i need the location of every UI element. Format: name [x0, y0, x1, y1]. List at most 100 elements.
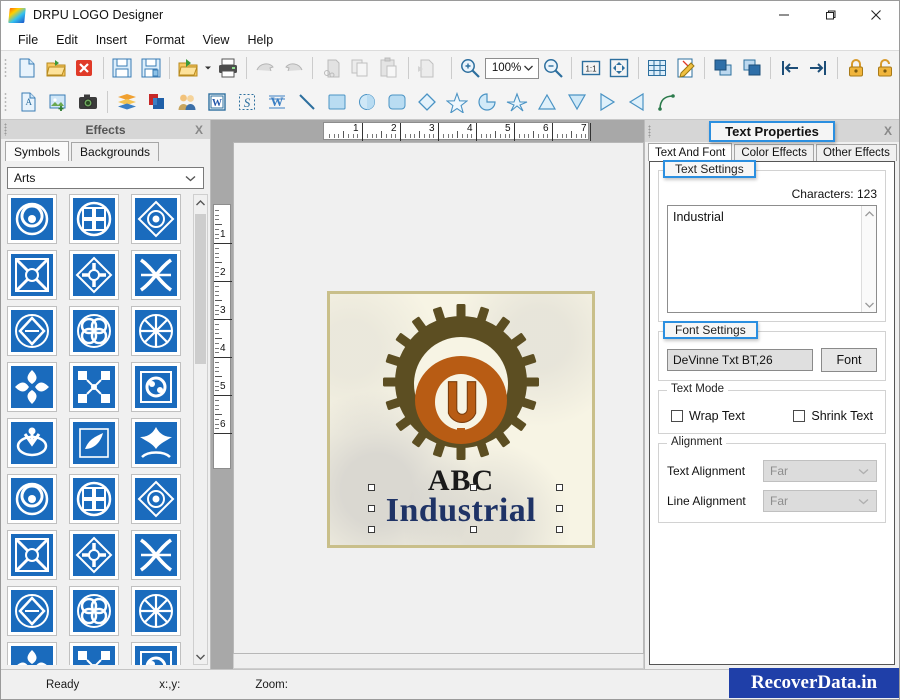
scroll-up-icon[interactable]	[193, 195, 208, 210]
minimize-icon[interactable]	[761, 1, 807, 29]
toolbar-grip[interactable]	[3, 91, 10, 113]
symbol-tile[interactable]	[69, 250, 119, 300]
symbol-tile[interactable]	[69, 642, 119, 665]
selection-handle[interactable]	[556, 484, 563, 491]
print-icon[interactable]	[213, 53, 242, 83]
symbol-tile[interactable]	[131, 642, 181, 665]
ellipse-tool-icon[interactable]	[352, 87, 382, 117]
triangle-left-icon[interactable]	[622, 87, 652, 117]
scroll-down-icon[interactable]	[193, 649, 208, 664]
wrap-text-checkbox[interactable]: Wrap Text	[671, 409, 745, 423]
tab-backgrounds[interactable]: Backgrounds	[71, 142, 160, 161]
rectangle-tool-icon[interactable]	[322, 87, 352, 117]
align-left-icon[interactable]	[775, 53, 804, 83]
text-properties-close-button[interactable]: X	[884, 124, 892, 138]
symbol-tile[interactable]	[131, 586, 181, 636]
symbol-tile[interactable]	[131, 194, 181, 244]
scrollbar-thumb[interactable]	[195, 214, 206, 364]
actual-size-icon[interactable]: 1:1	[576, 53, 605, 83]
pie-tool-icon[interactable]	[472, 87, 502, 117]
tab-text-and-font[interactable]: Text And Font	[648, 143, 733, 161]
effects-panel-close-button[interactable]: X	[195, 123, 203, 137]
close-icon[interactable]	[853, 1, 899, 29]
symbol-tile[interactable]	[7, 418, 57, 468]
canvas[interactable]: ABC Industrial	[233, 142, 644, 654]
save-as-icon[interactable]	[136, 53, 165, 83]
arc-tool-icon[interactable]	[652, 87, 682, 117]
menu-item-insert[interactable]: Insert	[87, 31, 136, 49]
symbol-category-combobox[interactable]: Arts	[7, 167, 204, 189]
menu-item-view[interactable]: View	[194, 31, 239, 49]
close-document-icon[interactable]	[70, 53, 99, 83]
toolbar-grip[interactable]	[3, 57, 10, 79]
symbol-gallery-scrollbar[interactable]	[193, 194, 208, 665]
canvas-horizontal-scrollbar[interactable]	[233, 654, 644, 669]
watermark-icon[interactable]: W	[262, 87, 292, 117]
selection-handle[interactable]	[368, 526, 375, 533]
symbol-tile[interactable]	[69, 586, 119, 636]
open-folder-icon[interactable]	[41, 53, 70, 83]
symbol-tile[interactable]	[7, 474, 57, 524]
scroll-up-icon[interactable]	[862, 206, 876, 221]
symbol-tile[interactable]	[7, 642, 57, 665]
symbol-tile[interactable]	[69, 530, 119, 580]
selection-handle[interactable]	[556, 505, 563, 512]
new-document-icon[interactable]	[13, 53, 42, 83]
zoom-in-icon[interactable]	[456, 53, 485, 83]
align-right-icon[interactable]	[804, 53, 833, 83]
checkbox-icon[interactable]	[671, 410, 683, 422]
symbol-tile[interactable]	[131, 250, 181, 300]
symbol-tile[interactable]	[7, 306, 57, 356]
triangle-right-icon[interactable]	[592, 87, 622, 117]
selection-handle[interactable]	[556, 526, 563, 533]
scrollbar-thumb[interactable]	[234, 654, 643, 668]
symbol-tile[interactable]	[7, 362, 57, 412]
scrollbar-track[interactable]	[194, 210, 207, 649]
font-button[interactable]: Font	[821, 348, 877, 372]
edit-properties-icon[interactable]	[671, 53, 700, 83]
selection-handle[interactable]	[368, 484, 375, 491]
symbol-tile[interactable]	[69, 362, 119, 412]
line-tool-icon[interactable]	[292, 87, 322, 117]
shapes-stack-icon[interactable]	[142, 87, 172, 117]
fit-page-icon[interactable]	[605, 53, 634, 83]
insert-image-icon[interactable]	[43, 87, 73, 117]
menu-item-help[interactable]: Help	[238, 31, 282, 49]
grid-icon[interactable]	[643, 53, 672, 83]
symbol-tile[interactable]	[131, 418, 181, 468]
tab-color-effects[interactable]: Color Effects	[734, 144, 814, 161]
text-input-scrollbar[interactable]	[861, 206, 876, 312]
symbol-tile[interactable]	[69, 418, 119, 468]
zoom-out-icon[interactable]	[539, 53, 568, 83]
symbol-tile[interactable]	[131, 474, 181, 524]
unlock-icon[interactable]	[870, 53, 899, 83]
symbol-tile[interactable]	[131, 362, 181, 412]
symbol-tile[interactable]	[69, 474, 119, 524]
word-art-icon[interactable]: W	[202, 87, 232, 117]
menu-item-format[interactable]: Format	[136, 31, 194, 49]
symbol-tile[interactable]	[7, 530, 57, 580]
star-tool-icon[interactable]	[442, 87, 472, 117]
zoom-level-combobox[interactable]: 100%	[484, 57, 539, 79]
checkbox-icon[interactable]	[793, 410, 806, 422]
menu-item-file[interactable]: File	[9, 31, 47, 49]
scroll-down-icon[interactable]	[862, 297, 876, 312]
tab-other-effects[interactable]: Other Effects	[815, 144, 897, 161]
send-to-back-icon[interactable]	[738, 53, 767, 83]
bring-to-front-icon[interactable]	[709, 53, 738, 83]
triangle-up-icon[interactable]	[532, 87, 562, 117]
selection-handle[interactable]	[368, 505, 375, 512]
save-icon[interactable]	[108, 53, 137, 83]
signature-icon[interactable]: S	[232, 87, 262, 117]
logo-object[interactable]: ABC Industrial	[327, 291, 595, 548]
selection-handle[interactable]	[470, 484, 477, 491]
selection-handle[interactable]	[470, 526, 477, 533]
layers-icon[interactable]	[112, 87, 142, 117]
symbol-tile[interactable]	[7, 250, 57, 300]
capture-icon[interactable]	[73, 87, 103, 117]
symbol-tile[interactable]	[69, 194, 119, 244]
lock-icon[interactable]	[842, 53, 871, 83]
text-content-input[interactable]: Industrial	[668, 206, 861, 312]
dropdown-arrow-icon[interactable]	[203, 53, 214, 83]
open-recent-icon[interactable]	[174, 53, 203, 83]
